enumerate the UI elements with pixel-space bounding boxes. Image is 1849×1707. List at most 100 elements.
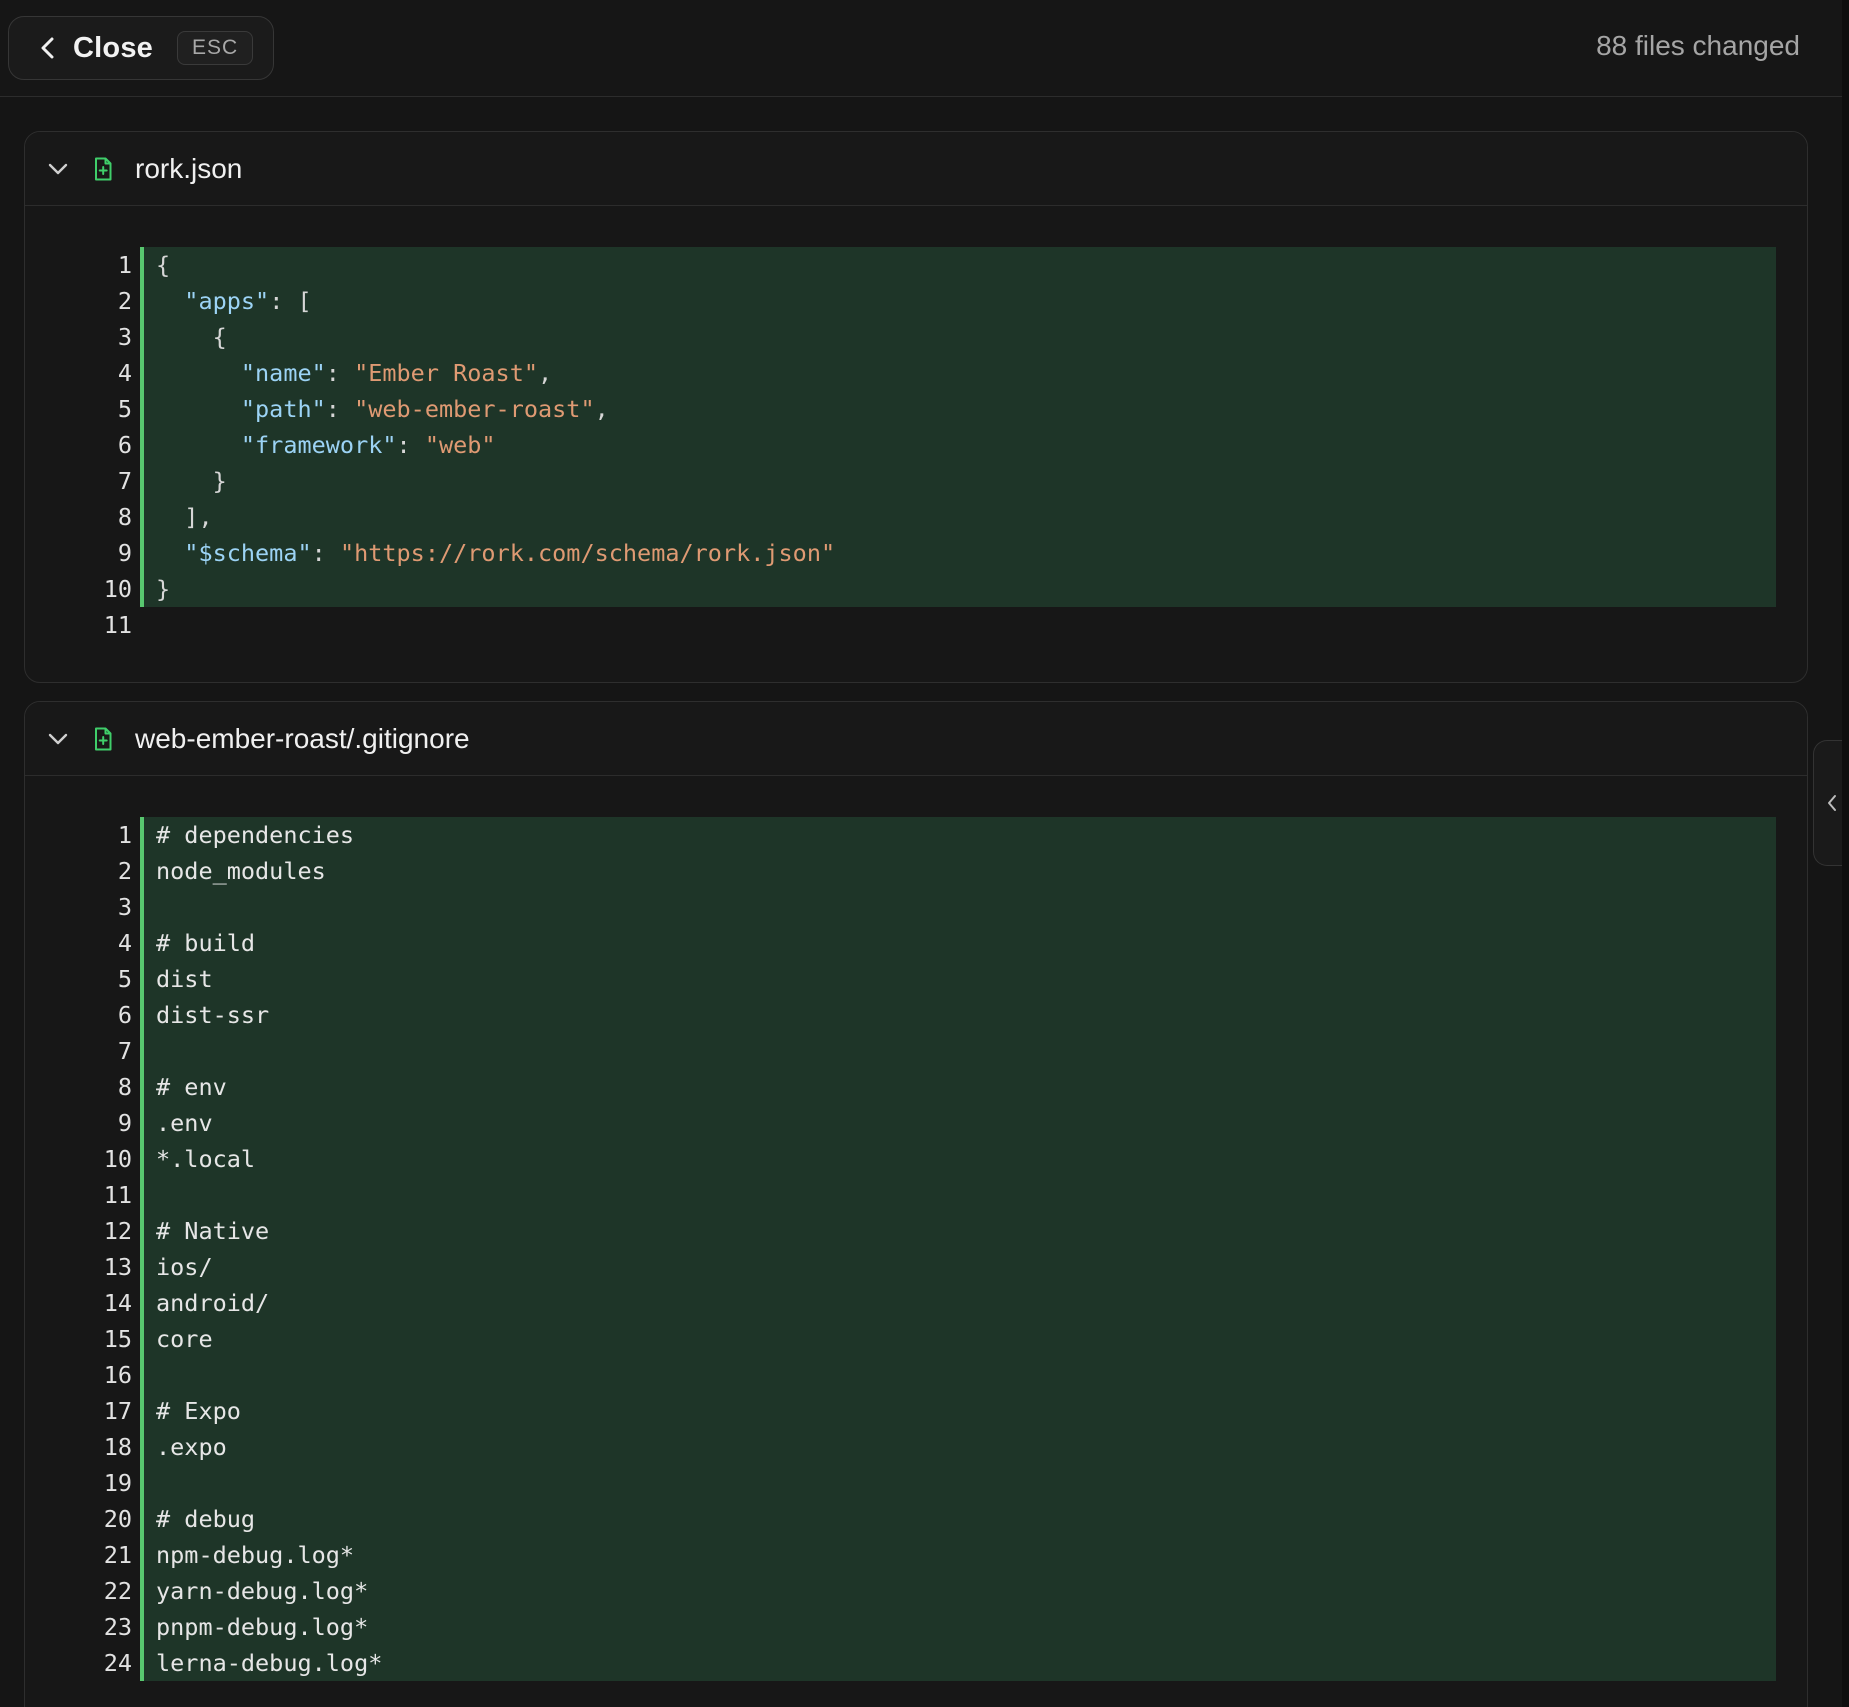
code-text: } [140, 571, 1776, 607]
code-token: android/ [156, 1289, 270, 1317]
code-token: "https://rork.com/schema/rork.json" [339, 539, 836, 567]
line-number: 5 [117, 395, 132, 423]
file-diff-header[interactable]: rork.json [25, 132, 1807, 206]
code-token: "name" [240, 359, 326, 387]
line-number: 11 [103, 611, 132, 639]
code-token: , [594, 395, 609, 423]
code-text: { [140, 247, 1776, 283]
code-line: 6 dist-ssr [25, 997, 1807, 1033]
line-number: 11 [103, 1181, 132, 1209]
file-diff-header[interactable]: web-ember-roast/.gitignore [25, 702, 1807, 776]
code-text [140, 1033, 1776, 1069]
diff-header: Close ESC 88 files changed [0, 0, 1842, 97]
code-token: core [156, 1325, 213, 1353]
line-number: 4 [117, 929, 132, 957]
code-block: 1 # dependencies 2 node_modules 3 4 # build 5 di… [25, 817, 1807, 1681]
line-number: 17 [103, 1397, 132, 1425]
line-number: 2 [117, 857, 132, 885]
code-text [140, 1465, 1776, 1501]
file-added-icon [95, 157, 112, 180]
code-text: "$schema": "https://rork.com/schema/rork… [140, 535, 1776, 571]
line-number: 8 [117, 503, 132, 531]
close-label: Close [73, 31, 153, 64]
code-text: # build [140, 925, 1776, 961]
code-token: *.local [156, 1145, 256, 1173]
line-number: 20 [103, 1505, 132, 1533]
code-token: "Ember Roast" [354, 359, 539, 387]
chevron-down-icon[interactable] [47, 728, 69, 750]
code-line: 10} [25, 571, 1807, 607]
code-line: 5 "path": "web-ember-roast", [25, 391, 1807, 427]
line-number: 12 [103, 1217, 132, 1245]
code-text: npm-debug.log* [140, 1537, 1776, 1573]
line-number: 2 [117, 287, 132, 315]
code-text: ], [140, 499, 1776, 535]
code-text: { [140, 319, 1776, 355]
line-number: 18 [103, 1433, 132, 1461]
code-token: # env [156, 1073, 227, 1101]
close-button[interactable]: Close ESC [8, 16, 274, 80]
line-number: 16 [103, 1361, 132, 1389]
code-line: 3 [25, 889, 1807, 925]
file-name: rork.json [135, 152, 243, 184]
code-token: lerna-debug.log* [156, 1649, 383, 1677]
scrollbar-track[interactable] [1842, 0, 1849, 1707]
line-number: 8 [117, 1073, 132, 1101]
code-line: 3 { [25, 319, 1807, 355]
line-number: 6 [117, 1001, 132, 1029]
code-text: .env [140, 1105, 1776, 1141]
code-text: ios/ [140, 1249, 1776, 1285]
code-line: 22 yarn-debug.log* [25, 1573, 1807, 1609]
code-line: 1 # dependencies [25, 817, 1807, 853]
chevron-down-icon[interactable] [47, 158, 69, 180]
code-token: node_modules [156, 857, 326, 885]
code-line: 9 "$schema": "https://rork.com/schema/ro… [25, 535, 1807, 571]
code-token: "apps" [184, 287, 270, 315]
code-line: 14 android/ [25, 1285, 1807, 1321]
code-line: 8 # env [25, 1069, 1807, 1105]
line-number: 4 [117, 359, 132, 387]
code-line: 11 [25, 607, 1807, 643]
code-token: "web" [424, 431, 496, 459]
file-added-icon [95, 727, 112, 750]
code-line: 10 *.local [25, 1141, 1807, 1177]
code-line: 5 dist [25, 961, 1807, 997]
code-token: npm-debug.log* [156, 1541, 355, 1569]
code-token: # debug [156, 1505, 256, 1533]
file-diff-card: web-ember-roast/.gitignore 1 # dependenci… [24, 701, 1808, 1707]
code-block: 1 {2 "apps": [3 { 4 "name": "Ember Roast",… [25, 247, 1807, 643]
code-text: yarn-debug.log* [140, 1573, 1776, 1609]
code-text: .expo [140, 1429, 1776, 1465]
code-token: # build [156, 929, 256, 957]
code-text: # Native [140, 1213, 1776, 1249]
code-line: 9 .env [25, 1105, 1807, 1141]
code-token: { [156, 323, 227, 351]
line-number: 22 [103, 1577, 132, 1605]
code-text: "name": "Ember Roast", [140, 355, 1776, 391]
line-number: 24 [103, 1649, 132, 1677]
code-text: "framework": "web" [140, 427, 1776, 463]
code-line: 24 lerna-debug.log* [25, 1645, 1807, 1681]
line-number: 14 [103, 1289, 132, 1317]
code-text: dist-ssr [140, 997, 1776, 1033]
line-number: 5 [117, 965, 132, 993]
code-token: ios/ [156, 1253, 213, 1281]
line-number: 10 [103, 1145, 132, 1173]
line-number: 1 [117, 251, 132, 279]
code-token: { [156, 251, 171, 279]
diff-scroll-area[interactable]: rork.json 1{2 "apps": [3 {4 "name": "Emb… [0, 97, 1842, 1707]
line-number: 7 [117, 1037, 132, 1065]
code-line: 8 ], [25, 499, 1807, 535]
code-text: "apps": [ [140, 283, 1776, 319]
code-text: # debug [140, 1501, 1776, 1537]
code-line: 11 [25, 1177, 1807, 1213]
line-number: 3 [117, 893, 132, 921]
code-token: : [311, 539, 340, 567]
code-token: "web-ember-roast" [354, 395, 595, 423]
line-number: 6 [117, 431, 132, 459]
code-text: # dependencies [140, 817, 1776, 853]
code-token: .env [156, 1109, 213, 1137]
